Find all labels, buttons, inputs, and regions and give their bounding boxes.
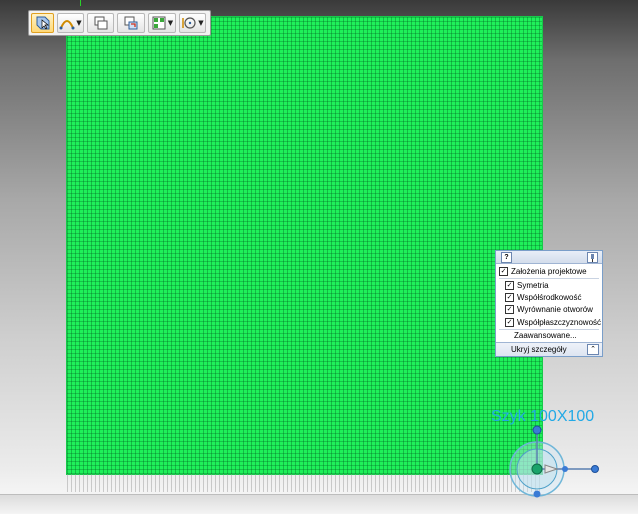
option-label: Współśrodkowość <box>517 292 582 302</box>
select-face-button[interactable] <box>31 13 54 33</box>
panel-footer: Ukryj szczegóły ⌃ <box>496 342 602 356</box>
move-copy-button[interactable] <box>117 13 145 33</box>
pattern-icon <box>151 15 167 31</box>
checkbox-checked-icon[interactable]: ✓ <box>505 304 514 314</box>
concentric-option[interactable]: ✓ Współśrodkowość <box>505 291 581 303</box>
rotate-icon <box>181 15 197 31</box>
copy-faces-button[interactable] <box>87 13 114 33</box>
green-pattern-mesh[interactable] <box>67 17 542 474</box>
chevron-down-icon[interactable]: ▼ <box>198 19 203 27</box>
arc-sketch-button[interactable]: ▼ <box>57 13 84 33</box>
pin-icon[interactable] <box>587 252 598 263</box>
pattern-button[interactable]: ▼ <box>148 13 176 33</box>
move-copy-icon <box>123 15 139 31</box>
chevron-down-icon[interactable]: ▼ <box>168 19 173 27</box>
hole-alignment-option[interactable]: ✓ Wyrównanie otworów <box>505 303 593 315</box>
option-label: Współpłaszczyznowość <box>517 317 602 327</box>
chevron-down-icon[interactable]: ▼ <box>76 19 81 27</box>
design-intent-panel: ? ✓ Założenia projektowe ✓ Symetria ✓ Ws… <box>495 250 603 357</box>
rotate-button[interactable]: ▼ <box>179 13 206 33</box>
select-face-icon <box>35 15 51 31</box>
steering-wheel-handle[interactable] <box>505 425 605 505</box>
coplanar-option[interactable]: ✓ Współpłaszczyznowość <box>505 316 601 328</box>
hide-details-button[interactable]: Ukryj szczegóły <box>511 343 567 355</box>
chevron-up-icon[interactable]: ⌃ <box>587 344 599 355</box>
mesh-shadow <box>67 474 542 492</box>
help-button[interactable]: ? <box>501 252 512 263</box>
copy-faces-icon <box>93 15 109 31</box>
option-label: Wyrównanie otworów <box>517 304 593 314</box>
symmetry-option[interactable]: ✓ Symetria <box>505 279 549 291</box>
advanced-link[interactable]: Zaawansowane... <box>514 329 577 341</box>
checkbox-checked-icon[interactable]: ✓ <box>505 280 514 290</box>
panel-header: ? <box>496 251 602 264</box>
axis-marker <box>80 0 81 6</box>
checkbox-checked-icon[interactable]: ✓ <box>499 266 508 276</box>
pattern-size-label: Szyk 100X100 <box>491 408 595 425</box>
checkbox-checked-icon[interactable]: ✓ <box>505 317 514 327</box>
design-intent-option[interactable]: ✓ Założenia projektowe <box>499 265 587 277</box>
command-toolbar: ▼ ▼ ▼ <box>28 10 211 36</box>
checkbox-checked-icon[interactable]: ✓ <box>505 292 514 302</box>
option-label: Symetria <box>517 280 549 290</box>
arc-sketch-icon <box>59 15 75 31</box>
design-intent-label: Założenia projektowe <box>511 266 587 276</box>
